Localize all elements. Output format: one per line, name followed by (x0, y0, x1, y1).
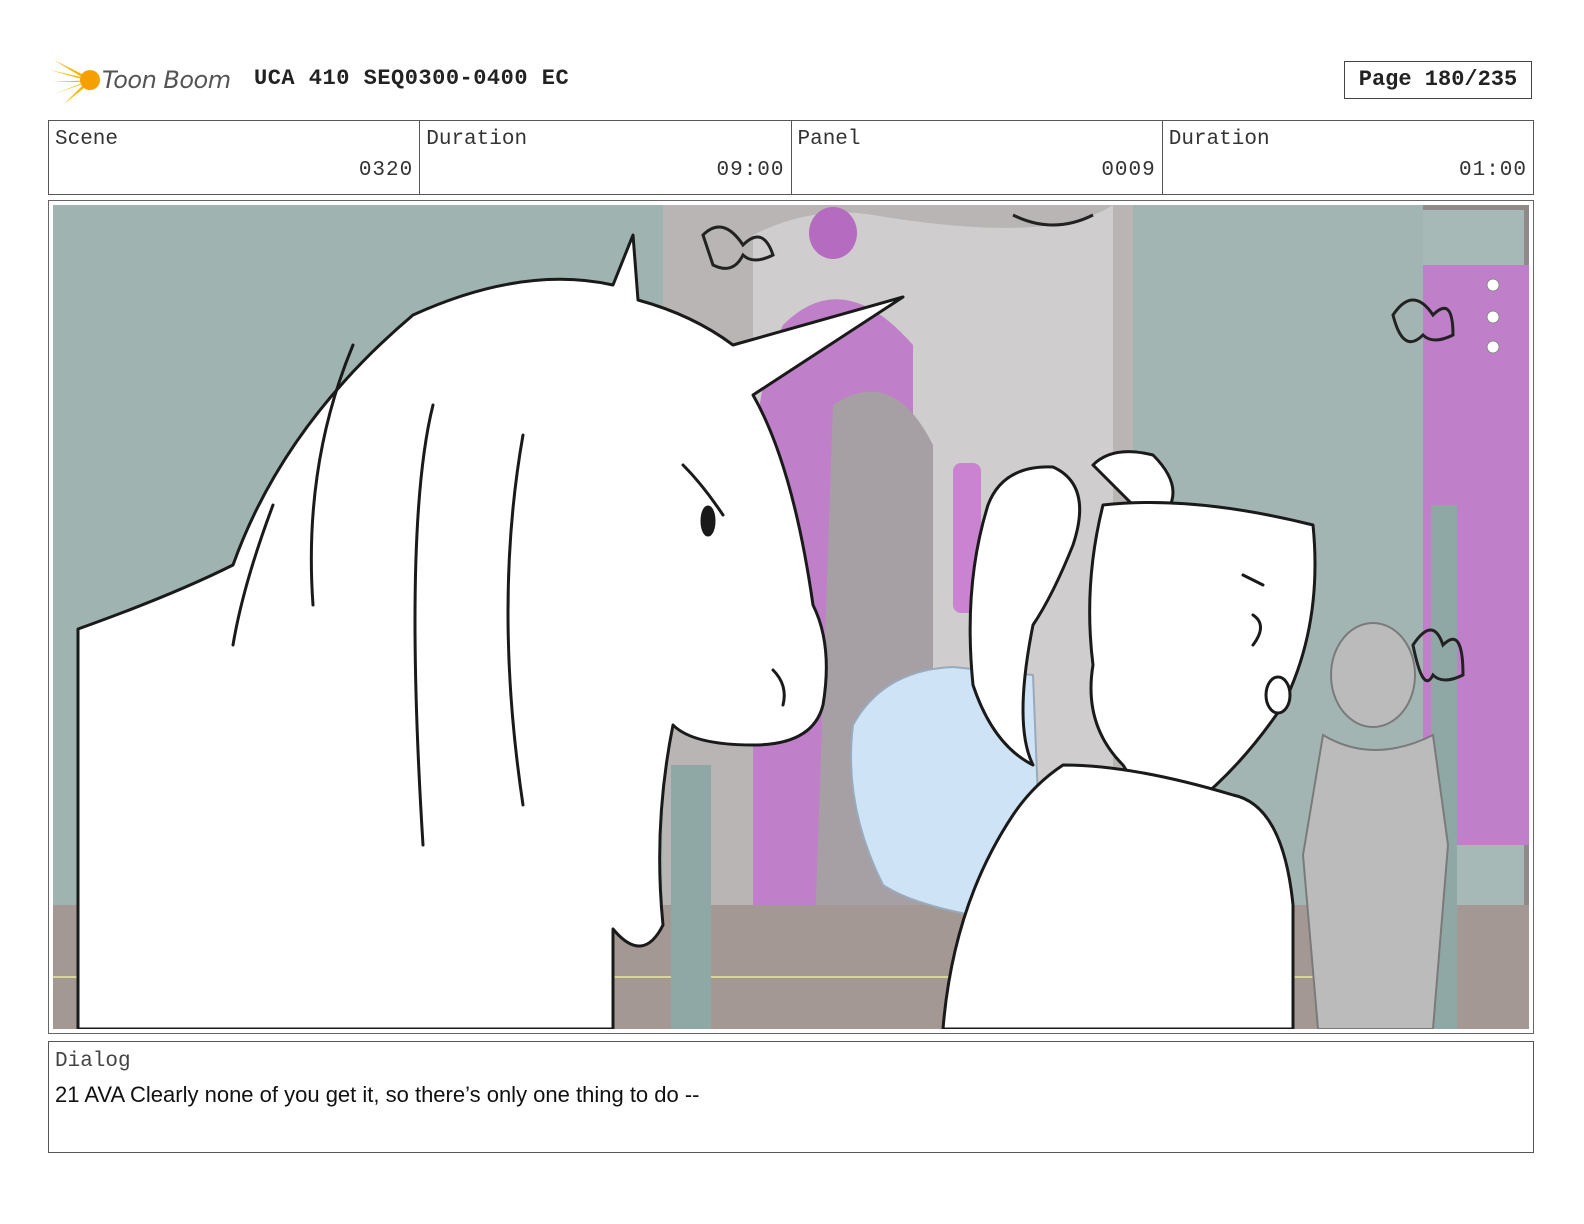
panel-duration-label: Duration (1168, 128, 1270, 151)
scene-duration-label: Duration (426, 128, 528, 151)
sunburst-logo-icon (50, 60, 100, 104)
scene-info-table: Scene 0320 Duration 09:00 Panel 0009 Dur… (48, 120, 1534, 195)
dialog-label: Dialog (55, 1050, 131, 1073)
scene-duration-value: 09:00 (716, 159, 785, 182)
page-number: Page 180/235 (1344, 61, 1532, 99)
dialog-box: Dialog 21 AVA Clearly none of you get it… (48, 1041, 1534, 1153)
panel-duration-cell: Duration 01:00 (1163, 121, 1533, 194)
toon-boom-logo: Toon Boom (50, 56, 240, 106)
panel-duration-value: 01:00 (1458, 159, 1527, 182)
scene-duration-cell: Duration 09:00 (420, 121, 792, 194)
panel-value: 0009 (1101, 159, 1156, 182)
scene-cell: Scene 0320 (49, 121, 421, 194)
panel-label: Panel (797, 128, 861, 151)
storyboard-panel-image (53, 205, 1529, 1029)
dialog-text: 21 AVA Clearly none of you get it, so th… (55, 1082, 700, 1107)
scene-label: Scene (55, 128, 119, 151)
logo-text: Toon Boom (102, 66, 231, 94)
scene-value: 0320 (358, 159, 414, 182)
project-title: UCA 410 SEQ0300-0400 EC (254, 66, 570, 91)
panel-cell: Panel 0009 (792, 121, 1163, 194)
